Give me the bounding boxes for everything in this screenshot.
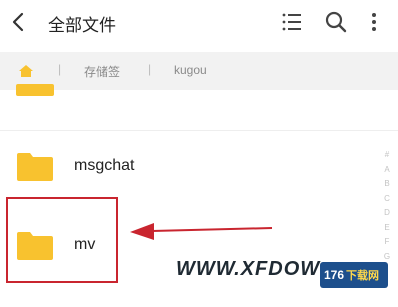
breadcrumb-separator: | xyxy=(148,62,152,76)
search-icon[interactable] xyxy=(324,10,348,34)
folder-icon xyxy=(16,84,54,96)
breadcrumb: | 存储签 | kugou xyxy=(0,52,398,90)
breadcrumb-separator: | xyxy=(58,62,62,76)
index-letter[interactable]: F xyxy=(381,235,393,250)
breadcrumb-item-kugou[interactable]: kugou xyxy=(174,63,207,77)
brand-text: 下载网 xyxy=(346,270,380,282)
index-letter[interactable]: E xyxy=(381,221,393,236)
divider xyxy=(0,130,398,131)
list-view-icon[interactable] xyxy=(280,10,304,34)
brand-logo: 176 下载网 xyxy=(320,262,388,288)
index-letter[interactable]: C xyxy=(381,192,393,207)
app-header: 全部文件 xyxy=(0,0,398,44)
highlight-box xyxy=(6,197,118,283)
arrow-icon xyxy=(130,223,273,240)
brand-number: 176 xyxy=(324,268,345,282)
page-title: 全部文件 xyxy=(48,16,116,35)
index-letter[interactable]: A xyxy=(381,163,393,178)
index-letter[interactable]: # xyxy=(381,148,393,163)
back-icon[interactable] xyxy=(8,9,30,35)
index-letter[interactable]: B xyxy=(381,177,393,192)
breadcrumb-item-storage[interactable]: 存储签 xyxy=(84,63,120,80)
watermark-text: WWW.XFDOW xyxy=(176,258,321,280)
alphabet-index[interactable]: # A B C D E F G xyxy=(381,148,393,264)
home-icon[interactable] xyxy=(18,64,34,78)
folder-icon xyxy=(17,153,53,181)
index-letter[interactable]: D xyxy=(381,206,393,221)
file-name: msgchat xyxy=(74,157,135,174)
more-icon[interactable] xyxy=(364,10,384,34)
